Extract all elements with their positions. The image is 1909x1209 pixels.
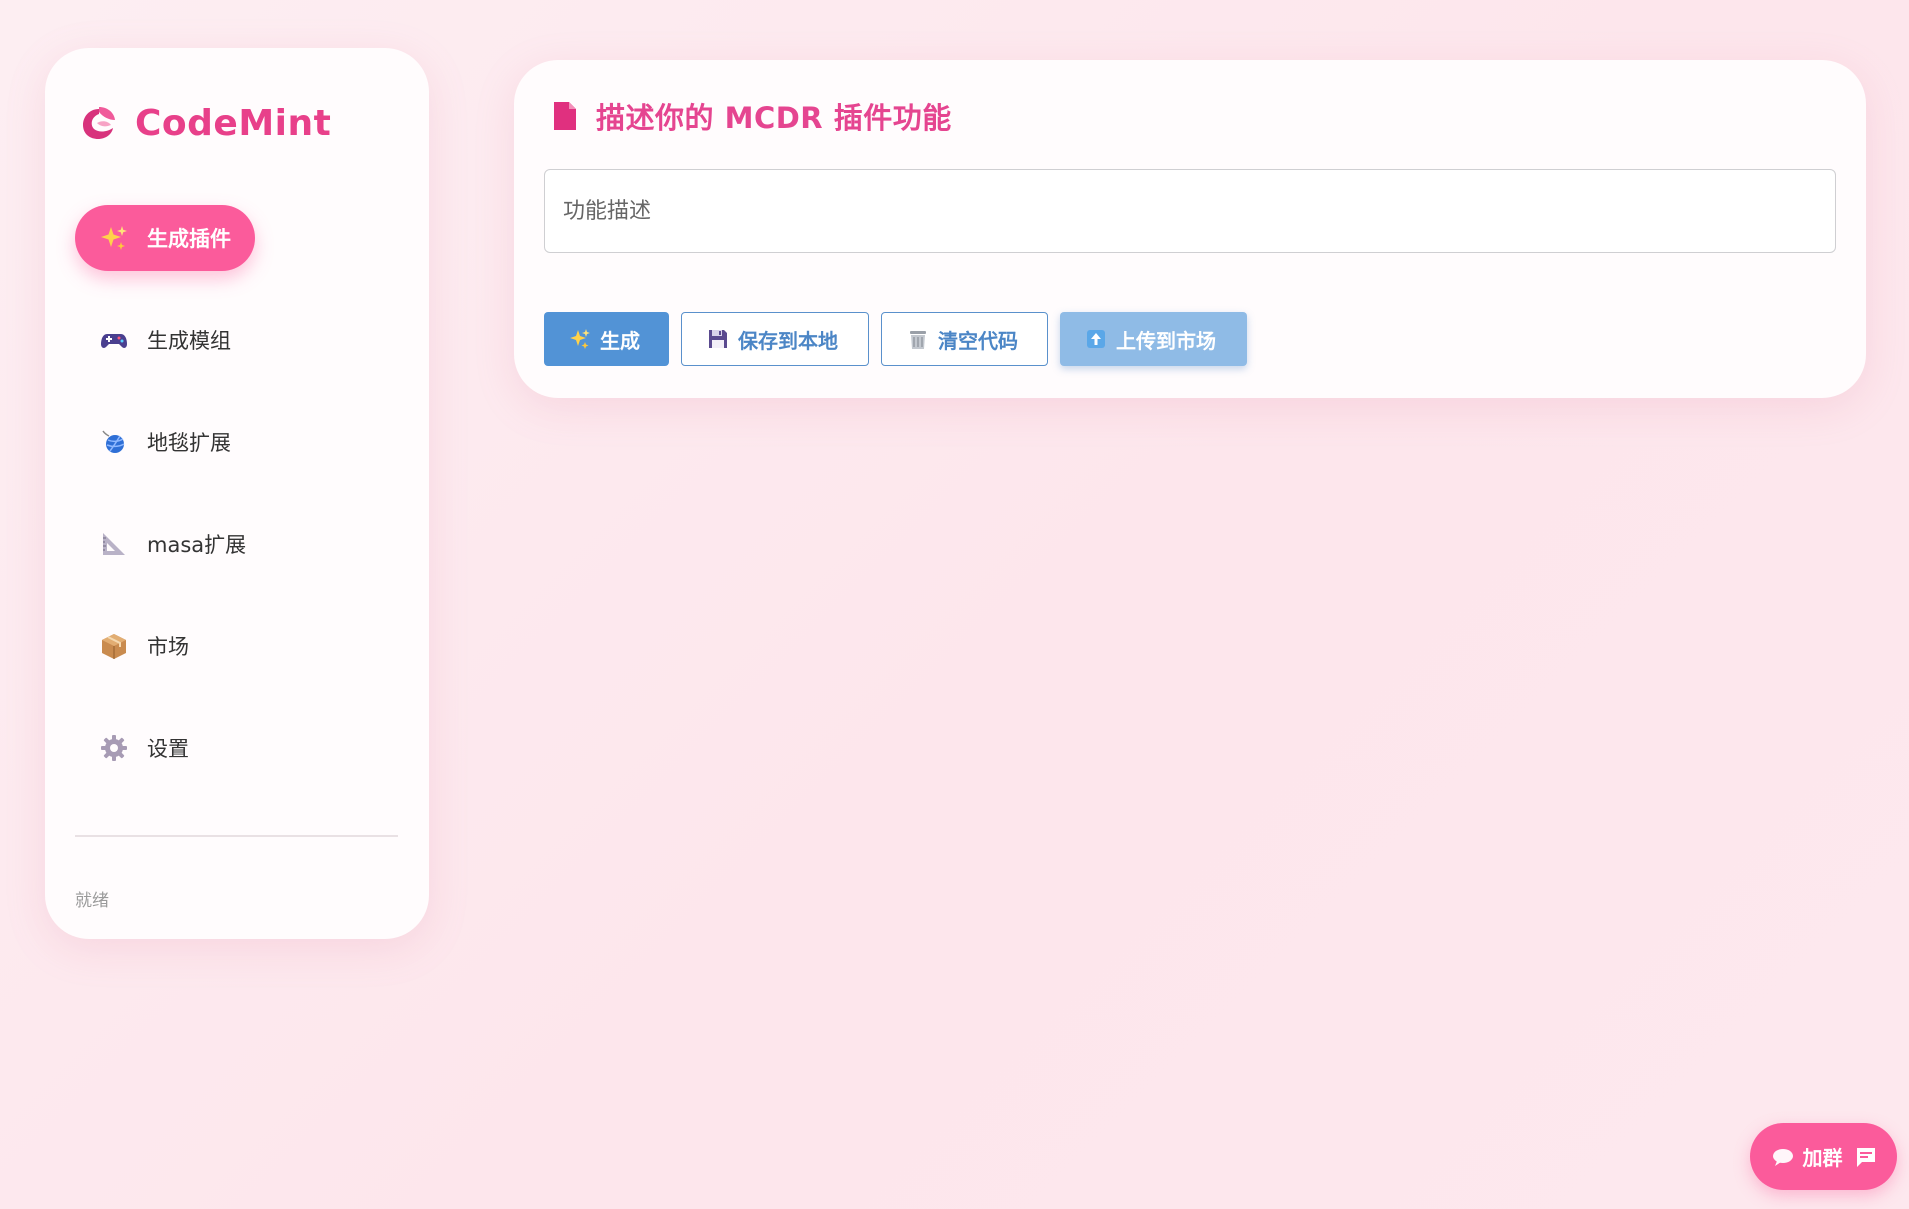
join-group-button[interactable]: 加群: [1750, 1123, 1897, 1190]
plugin-description-card: 描述你的 MCDR 插件功能 生成: [514, 60, 1866, 398]
sidebar-item-label: 市场: [147, 635, 189, 659]
card-header: 描述你的 MCDR 插件功能: [552, 94, 952, 138]
sidebar-item-masa-extension[interactable]: masa扩展: [75, 511, 270, 577]
sidebar-item-settings[interactable]: 设置: [75, 715, 245, 781]
clear-code-button[interactable]: 清空代码: [881, 312, 1048, 366]
sidebar-item-market[interactable]: 市场: [75, 613, 245, 679]
sidebar-item-generate-plugin[interactable]: 生成插件: [75, 205, 255, 271]
sidebar-item-label: 生成模组: [147, 329, 231, 353]
sidebar-item-generate-mod[interactable]: 生成模组: [75, 307, 255, 373]
package-icon: [99, 631, 129, 661]
sidebar-item-label: 设置: [147, 737, 189, 761]
trash-can-icon: [906, 327, 930, 351]
save-local-button[interactable]: 保存到本地: [681, 312, 869, 366]
sparkles-icon: [99, 223, 129, 253]
save-label: 保存到本地: [738, 328, 838, 353]
sidebar-item-carpet-extension[interactable]: 地毯扩展: [75, 409, 255, 475]
sidebar-divider: [75, 835, 398, 837]
app-root: CodeMint 生成插件 生成模组 地毯扩展 masa扩展 市场 设置 就绪 …: [0, 0, 1909, 1209]
brand[interactable]: CodeMint: [79, 98, 331, 148]
action-toolbar: 生成 保存到本地 清空代码 上传到市场: [544, 312, 1259, 366]
gamepad-icon: [99, 325, 129, 355]
status-text: 就绪: [75, 891, 109, 911]
generate-label: 生成: [600, 328, 640, 353]
floppy-disk-icon: [706, 327, 730, 351]
triangle-ruler-icon: [99, 529, 129, 559]
upload-label: 上传到市场: [1116, 328, 1216, 353]
sidebar-item-label: 生成插件: [147, 227, 231, 251]
sparkles-icon: [568, 327, 592, 351]
brand-name: CodeMint: [135, 102, 332, 144]
page-title: 描述你的 MCDR 插件功能: [596, 101, 952, 135]
leaf-logo-icon: [83, 107, 115, 139]
generate-button[interactable]: 生成: [544, 312, 669, 366]
document-icon: [554, 102, 576, 130]
join-label: 加群: [1802, 1146, 1843, 1170]
yarn-ball-icon: [99, 427, 129, 457]
sidebar: CodeMint 生成插件 生成模组 地毯扩展 masa扩展 市场 设置 就绪: [45, 48, 429, 939]
clear-label: 清空代码: [938, 328, 1018, 353]
sidebar-item-label: masa扩展: [147, 533, 247, 557]
gear-icon: [99, 733, 129, 763]
upload-market-button[interactable]: 上传到市场: [1060, 312, 1247, 366]
description-input[interactable]: [544, 169, 1836, 253]
sidebar-nav: 生成插件 生成模组 地毯扩展 masa扩展 市场 设置: [75, 205, 405, 817]
sidebar-item-label: 地毯扩展: [147, 431, 231, 455]
up-arrow-icon: [1084, 327, 1108, 351]
chat-icon: [1856, 1147, 1875, 1167]
speech-bubble-icon: [1772, 1148, 1793, 1166]
